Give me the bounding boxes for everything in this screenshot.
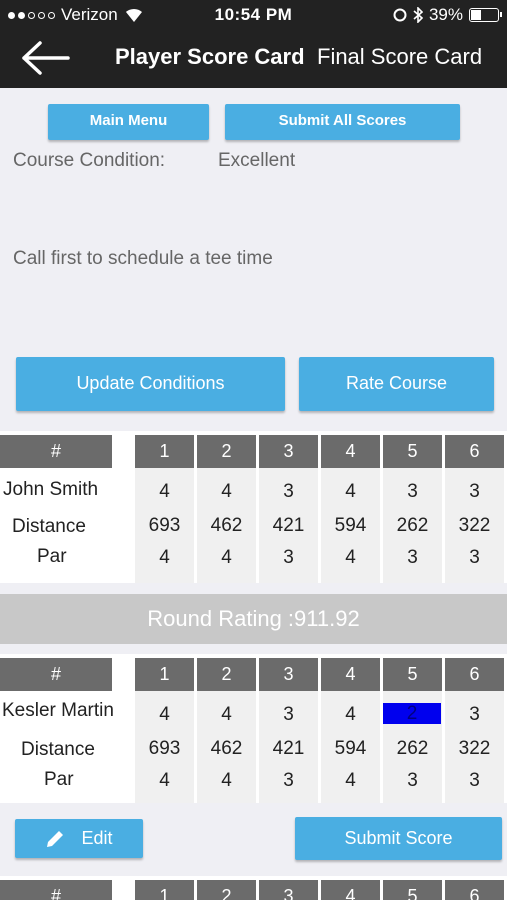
rate-course-button[interactable]: Rate Course — [299, 357, 494, 411]
score-card-john-smith: # 1 2 3 4 5 6 John Smith 4 4 3 4 3 3 Dis… — [0, 431, 507, 583]
hole-header: 3 — [259, 880, 318, 900]
hole-header: 3 — [259, 435, 318, 468]
score-cell[interactable]: 4 — [135, 704, 194, 726]
score-cell[interactable]: 3 — [259, 481, 318, 503]
distance-cell: 322 — [458, 738, 491, 759]
score-cell[interactable]: 4 — [197, 481, 256, 503]
player-name: John Smith — [3, 479, 99, 500]
score-cell[interactable]: 3 — [445, 481, 504, 503]
distance-cell: 462 — [210, 515, 243, 536]
distance-cell: 462 — [210, 738, 243, 759]
score-cell[interactable]: 4 — [197, 704, 256, 726]
score-cell[interactable]: 3 — [259, 704, 318, 726]
score-cell[interactable]: 4 — [321, 481, 380, 503]
main-menu-button[interactable]: Main Menu — [48, 104, 209, 140]
par-cell: 4 — [345, 770, 356, 791]
distance-label: Distance — [12, 516, 86, 537]
hole-header: 2 — [197, 658, 256, 691]
hole-header: 1 — [135, 880, 194, 900]
status-bar: Verizon 10:54 PM 39% — [0, 0, 507, 30]
status-right: 39% — [393, 5, 502, 25]
course-condition-value: Excellent — [218, 150, 296, 171]
hole-header: 2 — [197, 435, 256, 468]
par-label: Par — [37, 546, 67, 567]
distance-cell: 421 — [272, 738, 305, 759]
par-cell: 3 — [407, 770, 418, 791]
hole-header: 4 — [321, 658, 380, 691]
hole-number-header: # — [0, 658, 112, 691]
distance-cell: 594 — [334, 738, 367, 759]
bluetooth-icon — [413, 7, 423, 23]
alarm-icon — [393, 8, 407, 22]
par-cell: 3 — [469, 547, 480, 568]
back-arrow-icon[interactable] — [20, 40, 70, 76]
app-screen: Verizon 10:54 PM 39% Player Score Card F… — [0, 0, 507, 900]
round-rating-bar: Round Rating :911.92 — [0, 594, 507, 644]
score-cell[interactable]: 3 — [445, 704, 504, 726]
hole-header: 6 — [445, 658, 504, 691]
par-cell: 4 — [221, 770, 232, 791]
par-cell: 3 — [283, 770, 294, 791]
update-conditions-button[interactable]: Update Conditions — [16, 357, 285, 411]
distance-cell: 693 — [148, 515, 181, 536]
hole-header: 5 — [383, 435, 442, 468]
score-cell[interactable]: 4 — [321, 704, 380, 726]
hole-header: 5 — [383, 658, 442, 691]
distance-cell: 594 — [334, 515, 367, 536]
score-card-kesler-martin: # 1 2 3 4 5 6 Kesler Martin 4 4 3 4 2 3 … — [0, 654, 507, 803]
distance-cell: 322 — [458, 515, 491, 536]
hole-header: 5 — [383, 880, 442, 900]
par-cell: 3 — [283, 547, 294, 568]
course-condition-label: Course Condition: — [13, 150, 166, 171]
hole-number-header: # — [0, 435, 112, 468]
par-cell: 3 — [469, 770, 480, 791]
score-cell[interactable]: 4 — [135, 481, 194, 503]
selected-score-cell[interactable]: 2 — [383, 703, 441, 724]
distance-cell: 262 — [396, 515, 429, 536]
distance-cell: 421 — [272, 515, 305, 536]
course-note: Call first to schedule a tee time — [13, 248, 273, 269]
pencil-icon — [47, 831, 64, 848]
edit-button[interactable]: Edit — [15, 819, 143, 858]
par-cell: 4 — [221, 547, 232, 568]
nav-bar: Player Score Card Final Score Card — [0, 30, 507, 88]
par-cell: 4 — [159, 770, 170, 791]
edit-label: Edit — [81, 828, 113, 848]
hole-header: 1 — [135, 658, 194, 691]
player-name: Kesler Martin — [2, 700, 114, 721]
hole-header: 6 — [445, 435, 504, 468]
page-subtitle: Final Score Card — [317, 44, 483, 69]
distance-cell: 262 — [396, 738, 429, 759]
par-cell: 3 — [407, 547, 418, 568]
hole-header: 3 — [259, 658, 318, 691]
hole-header: 2 — [197, 880, 256, 900]
submit-all-scores-button[interactable]: Submit All Scores — [225, 104, 460, 140]
hole-header: 6 — [445, 880, 504, 900]
distance-label: Distance — [21, 739, 95, 760]
par-cell: 4 — [345, 547, 356, 568]
page-title: Player Score Card — [115, 44, 305, 69]
hole-header: 4 — [321, 880, 380, 900]
hole-header: 4 — [321, 435, 380, 468]
submit-score-button[interactable]: Submit Score — [295, 817, 502, 860]
score-card-next: # 1 2 3 4 5 6 — [0, 876, 507, 900]
par-cell: 4 — [159, 547, 170, 568]
distance-cell: 693 — [148, 738, 181, 759]
hole-number-header: # — [0, 880, 112, 900]
par-label: Par — [44, 769, 74, 790]
score-cell[interactable]: 3 — [383, 481, 442, 503]
battery-icon — [469, 8, 502, 22]
battery-percent: 39% — [428, 5, 463, 24]
course-info-panel: Main Menu Submit All Scores Course Condi… — [0, 88, 507, 431]
hole-header: 1 — [135, 435, 194, 468]
